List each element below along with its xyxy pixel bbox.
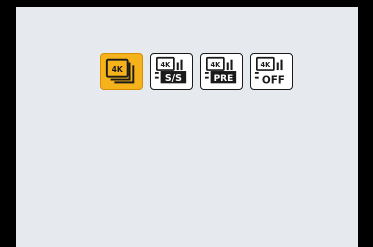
4k-burst-start-stop-icon: 4K S/S <box>154 56 187 84</box>
mode-button-4k-burst[interactable]: 4K <box>100 53 143 90</box>
mode-button-4k-burst-start-stop[interactable]: 4K S/S <box>150 53 193 90</box>
mode-4k-off-label: 4K <box>260 61 271 69</box>
mode-4k-ss-sublabel: S/S <box>165 73 182 84</box>
mode-4k-pre-label: 4K <box>210 61 221 69</box>
mode-4k-off-sublabel: OFF <box>262 74 285 86</box>
mode-button-4k-off[interactable]: 4K OFF <box>250 53 293 90</box>
mode-button-4k-pre-burst[interactable]: 4K PRE <box>200 53 243 90</box>
mode-4k-pre-sublabel: PRE <box>214 74 234 84</box>
4k-off-icon: 4K OFF <box>254 56 285 86</box>
photo-mode-panel: 4K 4K S/S 4K PRE 4K OFF <box>16 7 358 247</box>
mode-4k-ss-label: 4K <box>160 61 171 69</box>
4k-burst-icon: 4K <box>105 58 135 84</box>
4k-pre-burst-icon: 4K PRE <box>204 56 237 84</box>
mode-4k-burst-label: 4K <box>112 65 124 74</box>
